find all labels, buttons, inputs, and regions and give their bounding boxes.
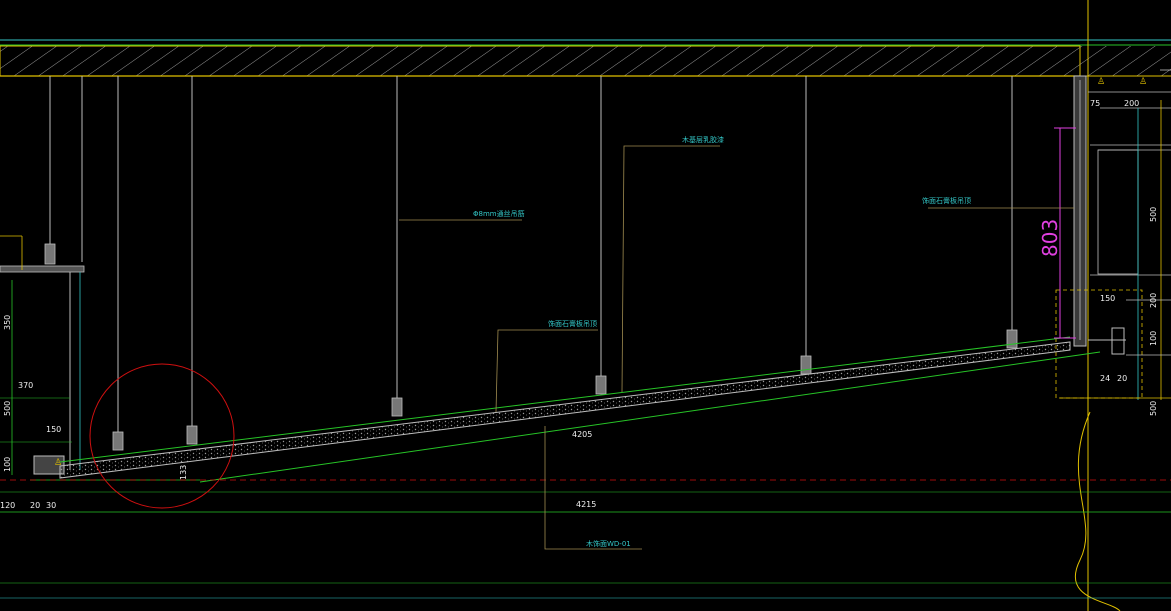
code-label: 木饰面WD-01 bbox=[586, 539, 631, 548]
dim-150-right: 150 bbox=[1100, 294, 1115, 303]
dim-100-left: 100 bbox=[3, 457, 12, 472]
callout-circle bbox=[89, 363, 235, 509]
dim-24: 24 bbox=[1100, 374, 1110, 383]
ceiling-slab bbox=[0, 0, 1171, 611]
dim-4205: 4205 bbox=[572, 430, 592, 439]
dim-500-left: 500 bbox=[3, 401, 12, 416]
dim-370: 370 bbox=[18, 381, 33, 390]
dim-133: 133 bbox=[179, 465, 188, 480]
dim-150-left: 150 bbox=[46, 425, 61, 434]
dim-350: 350 bbox=[3, 315, 12, 330]
hanger-rods bbox=[49, 76, 1013, 445]
hanger-clips bbox=[44, 243, 1018, 451]
cad-drawing-canvas: ♙ ♙ ♙ 803 Φ8mm通丝吊筋 木基层乳胶漆 饰面石膏板吊顶 饰面石膏板吊… bbox=[0, 0, 1171, 611]
dim-803: 803 bbox=[1038, 219, 1062, 257]
left-column: ♙ bbox=[0, 235, 85, 475]
dim-4215: 4215 bbox=[576, 500, 596, 509]
dim-500-lower: 500 bbox=[1149, 401, 1158, 416]
dimension-803: 803 bbox=[1038, 127, 1076, 339]
mark-icon-right: ♙ bbox=[1097, 77, 1105, 87]
rod-label: Φ8mm通丝吊筋 bbox=[473, 209, 525, 218]
dim-200-top: 200 bbox=[1124, 99, 1139, 108]
stone-label-center: 饰面石膏板吊顶 bbox=[548, 319, 597, 328]
text-labels: Φ8mm通丝吊筋 木基层乳胶漆 饰面石膏板吊顶 饰面石膏板吊顶 木饰面WD-01 bbox=[473, 135, 971, 548]
mark-icon-right-2: ♙ bbox=[1139, 77, 1147, 87]
leader-lines bbox=[399, 145, 1074, 550]
reference-lines bbox=[0, 479, 1171, 599]
dim-30: 30 bbox=[46, 501, 56, 510]
sloped-ceiling bbox=[30, 336, 1101, 483]
dim-100-right: 100 bbox=[1149, 331, 1158, 346]
dim-75: 75 bbox=[1090, 99, 1100, 108]
dim-20-right: 20 bbox=[1117, 374, 1127, 383]
paint-label: 木基层乳胶漆 bbox=[682, 135, 724, 144]
dim-20-bottom: 20 bbox=[30, 501, 40, 510]
dim-500-upper: 500 bbox=[1149, 207, 1158, 222]
dim-200-right: 200 bbox=[1149, 293, 1158, 308]
stone-label-right: 饰面石膏板吊顶 bbox=[922, 196, 971, 205]
dim-120: 120 bbox=[0, 501, 15, 510]
